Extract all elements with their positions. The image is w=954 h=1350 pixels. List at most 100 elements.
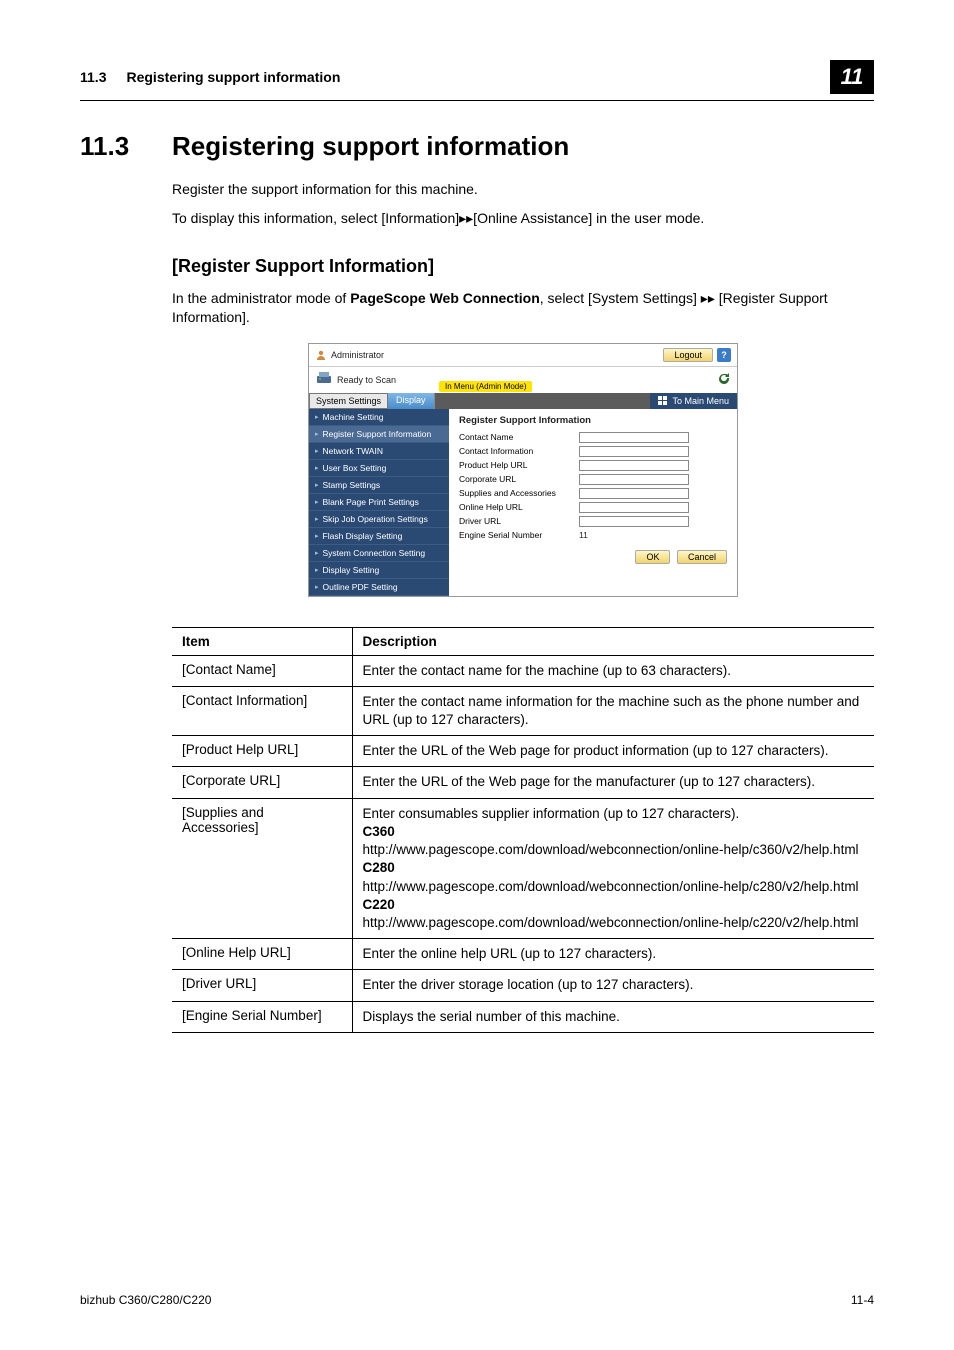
main-menu-label: To Main Menu: [672, 396, 729, 406]
main-menu-icon: [658, 396, 668, 406]
cell-desc: Enter the contact name for the machine (…: [352, 655, 874, 686]
table-row: [Supplies and Accessories]Enter consumab…: [172, 798, 874, 939]
cell-item: [Contact Information]: [172, 686, 352, 735]
cell-desc: Displays the serial number of this machi…: [352, 1001, 874, 1032]
nav-stamp[interactable]: ▸Stamp Settings: [309, 477, 449, 494]
cancel-button[interactable]: Cancel: [677, 550, 727, 564]
sub-intro: In the administrator mode of PageScope W…: [172, 289, 874, 327]
ok-button[interactable]: OK: [635, 550, 670, 564]
sidebar-nav: ▸Machine Setting ▸Register Support Infor…: [309, 409, 449, 596]
cell-desc: Enter the online help URL (up to 127 cha…: [352, 939, 874, 970]
label-contact-info: Contact Information: [459, 446, 579, 456]
admin-icon: [315, 349, 327, 361]
web-connection-screenshot: Administrator Logout ? Ready to Scan In …: [308, 343, 738, 597]
table-row: [Online Help URL]Enter the online help U…: [172, 939, 874, 970]
nav-label: Blank Page Print Settings: [323, 497, 419, 507]
nav-label: User Box Setting: [323, 463, 387, 473]
nav-label: System Connection Setting: [323, 548, 426, 558]
input-supplies[interactable]: [579, 488, 689, 499]
nav-label: Stamp Settings: [323, 480, 381, 490]
nav-label: Flash Display Setting: [323, 531, 403, 541]
logout-button[interactable]: Logout: [663, 348, 713, 362]
label-corporate-url: Corporate URL: [459, 474, 579, 484]
sub-intro-a: In the administrator mode of: [172, 290, 350, 306]
printer-status-icon: [315, 370, 333, 390]
heading-text: Registering support information: [172, 131, 569, 162]
nav-skip-job[interactable]: ▸Skip Job Operation Settings: [309, 511, 449, 528]
nav-flash-display[interactable]: ▸Flash Display Setting: [309, 528, 449, 545]
header-section-title: Registering support information: [126, 69, 830, 85]
mode-indicator: In Menu (Admin Mode): [439, 381, 532, 392]
nav-blank-page[interactable]: ▸Blank Page Print Settings: [309, 494, 449, 511]
cell-item: [Online Help URL]: [172, 939, 352, 970]
description-table: Item Description [Contact Name]Enter the…: [172, 627, 874, 1033]
refresh-icon[interactable]: [717, 372, 731, 388]
label-serial: Engine Serial Number: [459, 530, 579, 540]
nav-label: Outline PDF Setting: [323, 582, 398, 592]
cell-desc: Enter the URL of the Web page for the ma…: [352, 767, 874, 798]
intro-paragraph-1: Register the support information for thi…: [172, 180, 874, 199]
label-product-help: Product Help URL: [459, 460, 579, 470]
cell-item: [Contact Name]: [172, 655, 352, 686]
label-supplies: Supplies and Accessories: [459, 488, 579, 498]
input-online-help[interactable]: [579, 502, 689, 513]
admin-label: Administrator: [331, 350, 384, 360]
table-row: [Contact Name]Enter the contact name for…: [172, 655, 874, 686]
footer-left: bizhub C360/C280/C220: [80, 1293, 211, 1307]
table-row: [Corporate URL]Enter the URL of the Web …: [172, 767, 874, 798]
value-serial: 11: [579, 530, 588, 540]
footer-right: 11-4: [851, 1293, 874, 1307]
help-icon[interactable]: ?: [717, 348, 731, 362]
cell-desc: Enter consumables supplier information (…: [352, 798, 874, 939]
status-text: Ready to Scan: [337, 375, 396, 385]
nav-label: Register Support Information: [323, 429, 432, 439]
table-row: [Contact Information]Enter the contact n…: [172, 686, 874, 735]
cell-item: [Corporate URL]: [172, 767, 352, 798]
page-title: 11.3 Registering support information: [80, 131, 874, 162]
header-section-number: 11.3: [80, 69, 106, 85]
nav-label: Network TWAIN: [323, 446, 383, 456]
table-row: [Engine Serial Number]Displays the seria…: [172, 1001, 874, 1032]
cell-item: [Engine Serial Number]: [172, 1001, 352, 1032]
form-panel: Register Support Information Contact Nam…: [449, 409, 737, 596]
cell-desc: Enter the contact name information for t…: [352, 686, 874, 735]
heading-number: 11.3: [80, 131, 172, 162]
cell-item: [Driver URL]: [172, 970, 352, 1001]
table-row: [Driver URL]Enter the driver storage loc…: [172, 970, 874, 1001]
cell-item: [Product Help URL]: [172, 736, 352, 767]
main-menu-button[interactable]: To Main Menu: [650, 393, 737, 409]
nav-register-support[interactable]: ▸Register Support Information: [309, 426, 449, 443]
col-head-item: Item: [172, 627, 352, 655]
sub-intro-bold: PageScope Web Connection: [350, 290, 540, 306]
input-driver-url[interactable]: [579, 516, 689, 527]
cell-desc: Enter the URL of the Web page for produc…: [352, 736, 874, 767]
intro-paragraph-2: To display this information, select [Inf…: [172, 209, 874, 228]
settings-select[interactable]: System Settings: [309, 393, 388, 409]
nav-label: Display Setting: [323, 565, 380, 575]
cell-item: [Supplies and Accessories]: [172, 798, 352, 939]
nav-label: Machine Setting: [323, 412, 384, 422]
chapter-badge: 11: [830, 60, 874, 94]
nav-label: Skip Job Operation Settings: [323, 514, 428, 524]
table-row: [Product Help URL]Enter the URL of the W…: [172, 736, 874, 767]
cell-desc: Enter the driver storage location (up to…: [352, 970, 874, 1001]
sub-heading: [Register Support Information]: [172, 256, 874, 277]
input-contact-info[interactable]: [579, 446, 689, 457]
nav-user-box[interactable]: ▸User Box Setting: [309, 460, 449, 477]
nav-system-connection[interactable]: ▸System Connection Setting: [309, 545, 449, 562]
input-product-help[interactable]: [579, 460, 689, 471]
display-button[interactable]: Display: [388, 393, 435, 409]
input-contact-name[interactable]: [579, 432, 689, 443]
form-title: Register Support Information: [459, 415, 727, 426]
nav-outline-pdf[interactable]: ▸Outline PDF Setting: [309, 579, 449, 596]
nav-machine-setting[interactable]: ▸Machine Setting: [309, 409, 449, 426]
label-contact-name: Contact Name: [459, 432, 579, 442]
label-driver-url: Driver URL: [459, 516, 579, 526]
nav-network-twain[interactable]: ▸Network TWAIN: [309, 443, 449, 460]
running-header: 11.3 Registering support information 11: [80, 60, 874, 101]
nav-display-setting[interactable]: ▸Display Setting: [309, 562, 449, 579]
input-corporate-url[interactable]: [579, 474, 689, 485]
col-head-desc: Description: [352, 627, 874, 655]
label-online-help: Online Help URL: [459, 502, 579, 512]
page-footer: bizhub C360/C280/C220 11-4: [80, 1293, 874, 1307]
